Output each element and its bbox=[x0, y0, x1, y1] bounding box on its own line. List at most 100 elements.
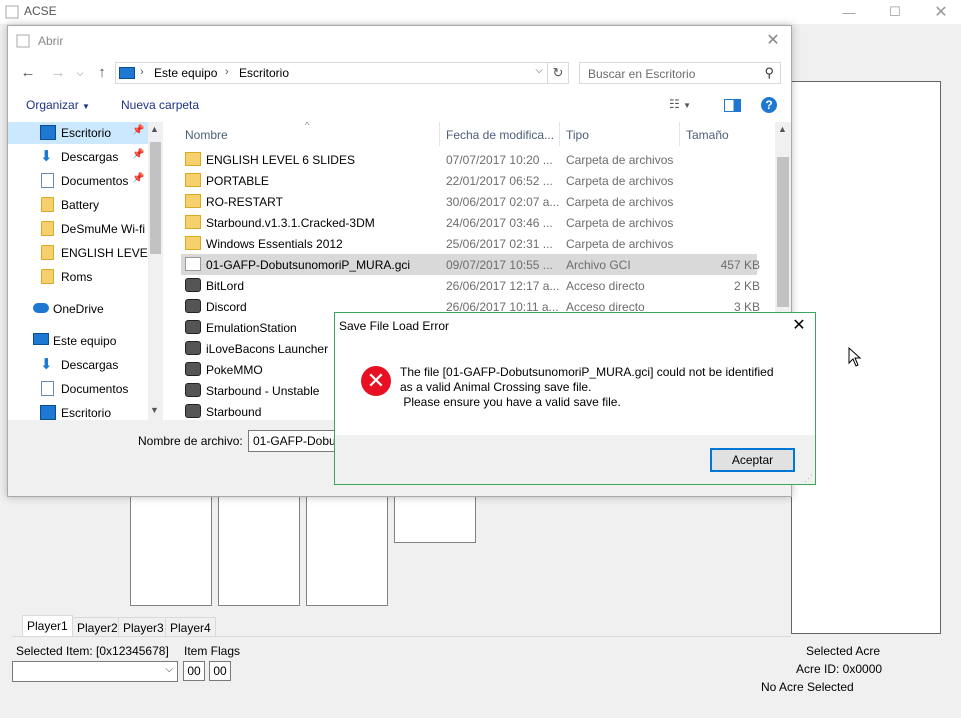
nav-item-escritorio[interactable]: Escritorio 📌 bbox=[8, 122, 148, 144]
shortcut-icon bbox=[185, 320, 201, 334]
search-input[interactable]: Buscar en Escritorio ⚲ bbox=[579, 62, 781, 84]
document-icon bbox=[41, 381, 54, 396]
help-icon[interactable]: ? bbox=[761, 97, 777, 113]
error-message: The file [01-GAFP-DobutsunomoriP_MURA.gc… bbox=[400, 365, 774, 409]
scroll-down-icon[interactable]: ▼ bbox=[150, 405, 159, 415]
nav-item-escritorio-2[interactable]: Escritorio bbox=[8, 402, 148, 420]
ok-button[interactable]: Aceptar bbox=[710, 448, 795, 472]
pin-icon: 📌 bbox=[132, 149, 145, 160]
folder-icon bbox=[41, 197, 54, 212]
file-type: Carpeta de archivos bbox=[566, 216, 674, 230]
file-row[interactable]: Windows Essentials 2012 25/06/2017 02:31 … bbox=[181, 233, 757, 254]
sort-ascending-icon: ^ bbox=[305, 122, 310, 130]
file-row[interactable]: PORTABLE 22/01/2017 06:52 ... Carpeta de a… bbox=[181, 170, 757, 191]
new-folder-button[interactable]: Nueva carpeta bbox=[121, 98, 199, 112]
file-type: Acceso directo bbox=[566, 279, 645, 293]
address-dropdown-icon[interactable]: ⌵ bbox=[535, 65, 543, 76]
refresh-icon[interactable]: ↻ bbox=[547, 62, 569, 84]
dialog-close-button[interactable]: ✕ bbox=[761, 30, 785, 52]
file-row[interactable]: 01-GAFP-DobutsunomoriP_MURA.gci 09/07/201… bbox=[181, 254, 760, 275]
column-name[interactable]: Nombre bbox=[185, 122, 440, 146]
nav-item-onedrive[interactable]: OneDrive bbox=[8, 298, 148, 320]
desktop-icon bbox=[40, 405, 56, 420]
file-name: ENGLISH LEVEL 6 SLIDES bbox=[206, 153, 355, 167]
nav-item-label: ENGLISH LEVEL 6 bbox=[61, 246, 148, 260]
acre-panel[interactable] bbox=[218, 495, 300, 606]
close-button[interactable]: ✕ bbox=[918, 0, 961, 24]
file-type: Archivo GCI bbox=[566, 258, 631, 272]
nav-item-desmume[interactable]: DeSmuMe Wi-fi bbox=[8, 218, 148, 240]
up-arrow-icon[interactable]: ↑ bbox=[92, 64, 112, 84]
file-row[interactable]: BitLord 26/06/2017 12:17 a... Acceso direc… bbox=[181, 275, 760, 296]
nav-item-label: Escritorio bbox=[61, 126, 112, 140]
nav-item-documentos-2[interactable]: Documentos bbox=[8, 378, 148, 400]
nav-item-label: Descargas bbox=[61, 150, 119, 164]
file-row[interactable]: ENGLISH LEVEL 6 SLIDES 07/07/2017 10:20 .… bbox=[181, 149, 757, 170]
scroll-up-icon[interactable]: ▲ bbox=[150, 124, 159, 134]
address-bar[interactable]: › Este equipo › Escritorio ⌵ bbox=[115, 62, 548, 84]
nav-item-descargas-2[interactable]: ⬇ Descargas bbox=[8, 354, 148, 376]
tab-player4[interactable]: Player4 bbox=[165, 617, 216, 637]
tab-player1[interactable]: Player1 bbox=[22, 615, 73, 637]
filename-input[interactable]: 01-GAFP-DobutsunomoriP_MURA.gci bbox=[248, 430, 338, 452]
acre-panel[interactable] bbox=[130, 495, 212, 606]
tab-player3[interactable]: Player3 bbox=[118, 617, 169, 637]
file-icon bbox=[185, 257, 201, 271]
scroll-thumb[interactable] bbox=[150, 142, 161, 254]
back-arrow-icon[interactable]: ← bbox=[18, 64, 38, 84]
nav-item-documentos[interactable]: Documentos 📌 bbox=[8, 170, 148, 192]
nav-item-battery[interactable]: Battery bbox=[8, 194, 148, 216]
download-icon: ⬇ bbox=[40, 148, 53, 165]
maximize-button[interactable]: ☐ bbox=[872, 0, 918, 24]
nav-item-label: Este equipo bbox=[53, 334, 117, 348]
nav-item-este-equipo[interactable]: Este equipo bbox=[8, 330, 148, 352]
search-placeholder: Buscar en Escritorio bbox=[588, 67, 696, 81]
tab-player2[interactable]: Player2 bbox=[72, 617, 123, 637]
scroll-up-icon[interactable]: ▲ bbox=[778, 124, 787, 134]
error-close-button[interactable]: ✕ bbox=[787, 315, 811, 337]
forward-arrow-icon[interactable]: → bbox=[48, 64, 68, 84]
breadcrumb-escritorio[interactable]: Escritorio bbox=[239, 66, 289, 80]
search-icon[interactable]: ⚲ bbox=[764, 65, 774, 81]
column-type[interactable]: Tipo bbox=[566, 122, 680, 146]
file-row[interactable]: RO-RESTART 30/06/2017 02:07 a... Carpeta d… bbox=[181, 191, 757, 212]
organize-button[interactable]: Organizar ▼ bbox=[26, 98, 90, 112]
item-flag-1[interactable]: 00 bbox=[183, 661, 205, 681]
minimize-button[interactable]: — bbox=[826, 0, 872, 24]
nav-item-label: Escritorio bbox=[61, 406, 112, 420]
shortcut-icon bbox=[185, 341, 201, 355]
file-name: Starbound.v1.3.1.Cracked-3DM bbox=[206, 216, 375, 230]
item-flag-2[interactable]: 00 bbox=[209, 661, 231, 681]
nav-item-label: Documentos bbox=[61, 382, 129, 396]
view-options-icon[interactable]: ☷ ▼ bbox=[669, 97, 691, 111]
folder-icon bbox=[185, 173, 201, 187]
app-icon bbox=[5, 5, 19, 19]
acre-panel[interactable] bbox=[306, 495, 388, 606]
file-date: 22/01/2017 06:52 ... bbox=[446, 174, 553, 188]
file-size: 457 KB bbox=[720, 258, 760, 272]
tab-bottom-line bbox=[12, 636, 791, 637]
item-select[interactable]: ⌵ bbox=[12, 661, 178, 682]
error-icon: ✕ bbox=[361, 366, 391, 396]
selected-item-label: Selected Item: [0x12345678] bbox=[16, 644, 169, 658]
filename-label: Nombre de archivo: bbox=[138, 434, 243, 448]
nav-item-english-level[interactable]: ENGLISH LEVEL 6 bbox=[8, 242, 148, 264]
onedrive-icon bbox=[33, 303, 49, 313]
resize-grip-icon[interactable]: ⋰ bbox=[804, 473, 813, 484]
column-size[interactable]: Tamaño bbox=[686, 122, 760, 146]
breadcrumb-este-equipo[interactable]: Este equipo bbox=[154, 66, 217, 80]
recent-chevron-icon[interactable]: ⌵ bbox=[70, 64, 90, 84]
nav-scrollbar[interactable]: ▲ ▼ bbox=[148, 122, 163, 420]
scroll-thumb[interactable] bbox=[777, 157, 789, 307]
nav-item-descargas[interactable]: ⬇ Descargas 📌 bbox=[8, 146, 148, 168]
nav-item-roms[interactable]: Roms bbox=[8, 266, 148, 288]
acre-panel[interactable] bbox=[394, 495, 476, 543]
column-date[interactable]: Fecha de modifica... bbox=[446, 122, 560, 146]
breadcrumb-chevron-icon: › bbox=[225, 66, 229, 78]
file-type: Carpeta de archivos bbox=[566, 195, 674, 209]
dialog-titlebar: Abrir ✕ bbox=[8, 26, 791, 56]
preview-pane-icon[interactable] bbox=[724, 99, 741, 112]
file-row[interactable]: Starbound.v1.3.1.Cracked-3DM 24/06/2017 0… bbox=[181, 212, 757, 233]
folder-icon bbox=[185, 215, 201, 229]
file-type: Carpeta de archivos bbox=[566, 174, 674, 188]
